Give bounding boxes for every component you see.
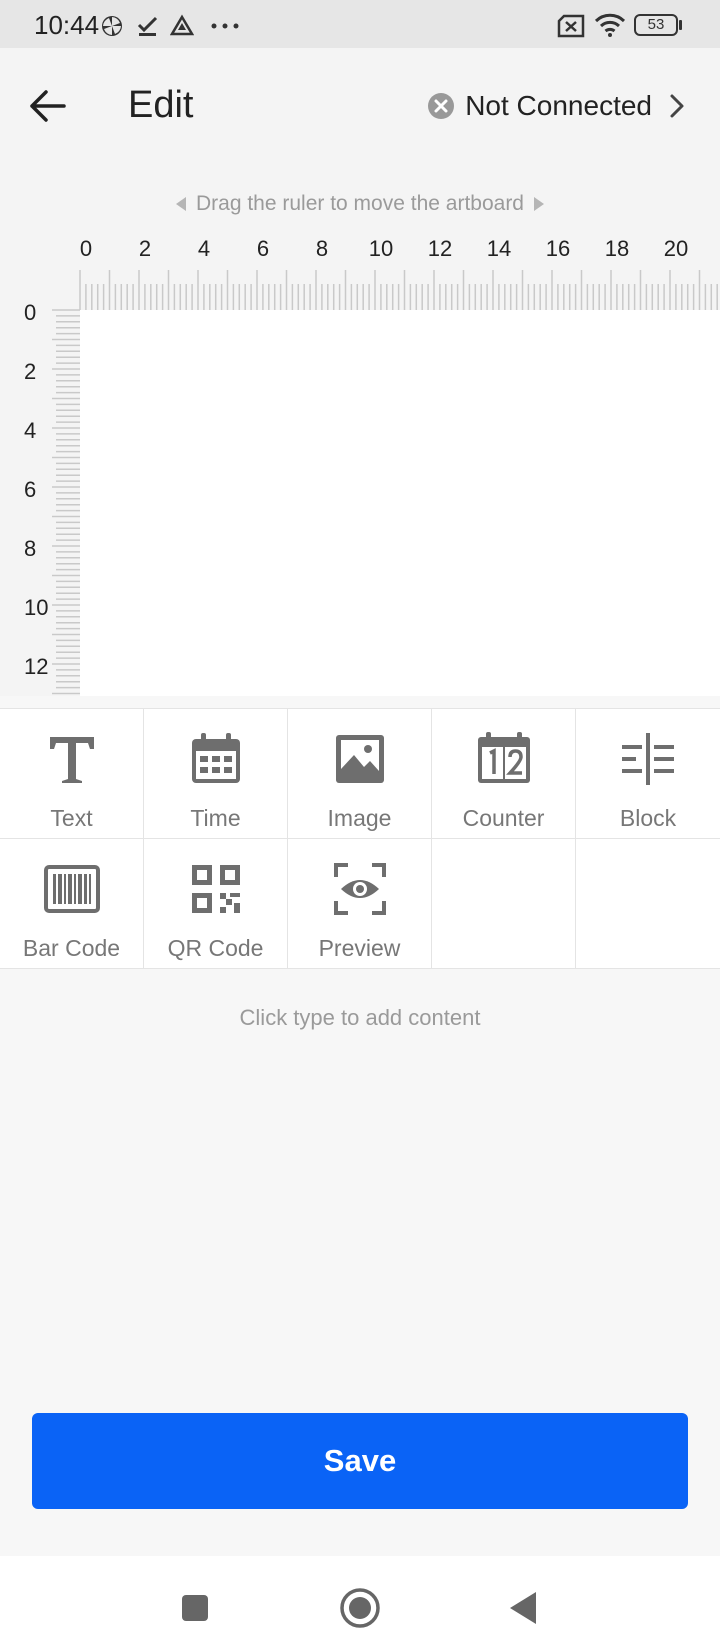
battery-level: 53 (647, 16, 665, 33)
tool-barcode[interactable]: Bar Code (0, 839, 144, 968)
chevron-right-icon (670, 94, 684, 118)
block-icon (622, 733, 674, 785)
preview-icon (334, 863, 386, 915)
barcode-icon (44, 865, 100, 913)
tool-qrcode[interactable]: QR Code (144, 839, 288, 968)
ruler-y-label: 8 (24, 536, 36, 561)
qrcode-icon (192, 865, 240, 913)
text-icon (50, 737, 94, 783)
ruler-y-label: 6 (24, 477, 36, 502)
tool-preview[interactable]: Preview (288, 839, 432, 968)
connection-label: Not Connected (465, 90, 652, 121)
ruler-x-label: 10 (369, 236, 393, 261)
tool-text[interactable]: Text (0, 709, 144, 838)
disconnected-icon (428, 93, 455, 119)
ruler-y-label: 4 (24, 418, 36, 443)
tool-label: Time (190, 805, 241, 831)
system-nav-bar (0, 1556, 720, 1650)
empty-cell (432, 839, 576, 968)
tool-label: Counter (462, 805, 545, 831)
empty-cell (576, 839, 720, 968)
pinwheel-icon (102, 16, 122, 36)
app-header: Edit Not Connected (0, 48, 720, 162)
ruler-x-label: 4 (198, 236, 210, 261)
tool-label: Bar Code (22, 935, 121, 961)
home-circle-icon[interactable] (338, 1586, 382, 1630)
recents-square-icon[interactable] (173, 1586, 217, 1630)
page-title: Edit (128, 84, 194, 126)
ruler-x-label: 2 (139, 236, 151, 261)
tool-label: QR Code (167, 935, 264, 961)
back-triangle-icon[interactable] (502, 1586, 546, 1630)
add-content-hint: Click type to add content (239, 1005, 481, 1030)
ruler-x-label: 18 (605, 236, 629, 261)
tool-counter[interactable]: Counter (432, 709, 576, 838)
artboard[interactable] (80, 310, 720, 696)
status-time: 10:44 (34, 10, 100, 40)
battery-icon: 53 (634, 14, 678, 36)
image-icon (336, 735, 384, 783)
ruler-x-label: 12 (428, 236, 452, 261)
ruler-y-label: 0 (24, 300, 36, 325)
ruler-x-label: 16 (546, 236, 570, 261)
tool-time[interactable]: Time (144, 709, 288, 838)
ruler-x-label: 8 (316, 236, 328, 261)
ruler-y-label: 2 (24, 359, 36, 384)
canvas-area: Drag the ruler to move the artboard 0246… (0, 162, 720, 696)
tool-label: Block (619, 805, 677, 831)
wifi-icon (594, 13, 626, 37)
save-button[interactable]: Save (32, 1413, 688, 1509)
vertical-ruler[interactable]: 0 2 4 6 8 10 12 (24, 300, 80, 695)
calendar-icon (192, 733, 240, 783)
ruler-x-label: 20 (664, 236, 688, 261)
tool-block[interactable]: Block (576, 709, 720, 838)
tool-row-2: Bar Code QR Code Preview (0, 839, 720, 969)
ruler-x-label: 14 (487, 236, 511, 261)
back-arrow-icon[interactable] (26, 84, 70, 128)
battery-tip (679, 20, 682, 30)
tool-label: Preview (318, 935, 401, 961)
tool-image[interactable]: Image (288, 709, 432, 838)
tool-grid: Text Time Image Counter Block Bar Code Q… (0, 708, 720, 969)
ruler-x-label: 6 (257, 236, 269, 261)
check-icon (137, 16, 158, 36)
horizontal-ruler[interactable]: 0 2 4 6 8 10 12 14 16 18 20 (79, 236, 718, 310)
tool-row-1: Text Time Image Counter Block (0, 709, 720, 839)
tool-label: Text (50, 805, 93, 831)
connection-status-button[interactable]: Not Connected (427, 88, 686, 124)
ruler-y-label: 10 (24, 595, 48, 620)
sim-x-icon (557, 14, 585, 38)
ruler-y-label: 12 (24, 654, 48, 679)
more-icon (211, 23, 239, 29)
status-bar: 10:44 53 (0, 0, 720, 48)
ruler-x-label: 0 (80, 236, 92, 261)
counter-icon (478, 732, 530, 783)
tool-label: Image (327, 805, 392, 831)
triangle-icon (170, 14, 194, 36)
